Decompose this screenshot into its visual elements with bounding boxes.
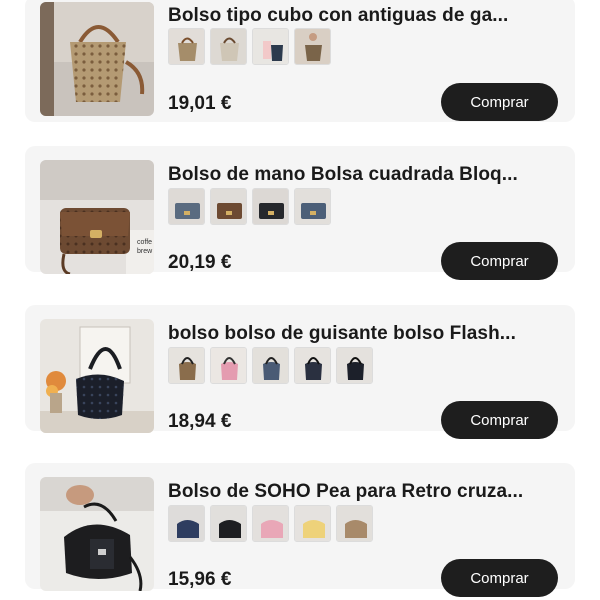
variant-thumbnail[interactable] — [294, 28, 331, 65]
variant-thumbnail[interactable] — [252, 28, 289, 65]
variant-thumbnail[interactable] — [252, 505, 289, 542]
buy-button[interactable]: Comprar — [441, 401, 558, 439]
product-title[interactable]: bolso bolso de guisante bolso Flash... — [168, 323, 553, 345]
product-image[interactable] — [40, 2, 154, 116]
product-price: 19,01 € — [168, 93, 232, 114]
color-variants — [168, 505, 373, 543]
product-image[interactable]: coffe brew — [40, 160, 154, 274]
box-text: brew — [137, 248, 153, 255]
product-title[interactable]: Bolso de SOHO Pea para Retro cruza... — [168, 481, 553, 503]
variant-thumbnail[interactable] — [210, 347, 247, 384]
box-text: coffe — [137, 239, 153, 246]
variant-thumbnail[interactable] — [210, 28, 247, 65]
buy-button[interactable]: Comprar — [441, 83, 558, 121]
color-variants — [168, 28, 331, 66]
product-card[interactable]: coffe brew Bolso de mano Bolsa cuadrada … — [25, 146, 575, 280]
color-variants — [168, 347, 373, 385]
variant-thumbnail[interactable] — [336, 505, 373, 542]
variant-thumbnail[interactable] — [168, 505, 205, 542]
variant-thumbnail[interactable] — [294, 347, 331, 384]
variant-thumbnail[interactable] — [252, 188, 289, 225]
product-price: 15,96 € — [168, 569, 232, 590]
product-card[interactable]: Bolso de SOHO Pea para Retro cruza... 15… — [25, 463, 575, 597]
variant-thumbnail[interactable] — [252, 347, 289, 384]
product-title[interactable]: Bolso de mano Bolsa cuadrada Bloq... — [168, 164, 553, 186]
variant-thumbnail[interactable] — [168, 347, 205, 384]
variant-thumbnail[interactable] — [168, 28, 205, 65]
product-price: 20,19 € — [168, 252, 232, 273]
product-card[interactable]: bolso bolso de guisante bolso Flash... 1… — [25, 305, 575, 439]
variant-thumbnail[interactable] — [168, 188, 205, 225]
product-image[interactable] — [40, 477, 154, 591]
product-title[interactable]: Bolso tipo cubo con antiguas de ga... — [168, 5, 553, 27]
product-list: Bolso tipo cubo con antiguas de ga... 19… — [0, 0, 600, 600]
variant-thumbnail[interactable] — [336, 347, 373, 384]
product-image[interactable] — [40, 319, 154, 433]
product-card[interactable]: Bolso tipo cubo con antiguas de ga... 19… — [25, 0, 575, 122]
variant-thumbnail[interactable] — [210, 505, 247, 542]
variant-thumbnail[interactable] — [294, 188, 331, 225]
buy-button[interactable]: Comprar — [441, 559, 558, 597]
variant-thumbnail[interactable] — [210, 188, 247, 225]
buy-button[interactable]: Comprar — [441, 242, 558, 280]
product-price: 18,94 € — [168, 411, 232, 432]
color-variants — [168, 188, 331, 226]
variant-thumbnail[interactable] — [294, 505, 331, 542]
